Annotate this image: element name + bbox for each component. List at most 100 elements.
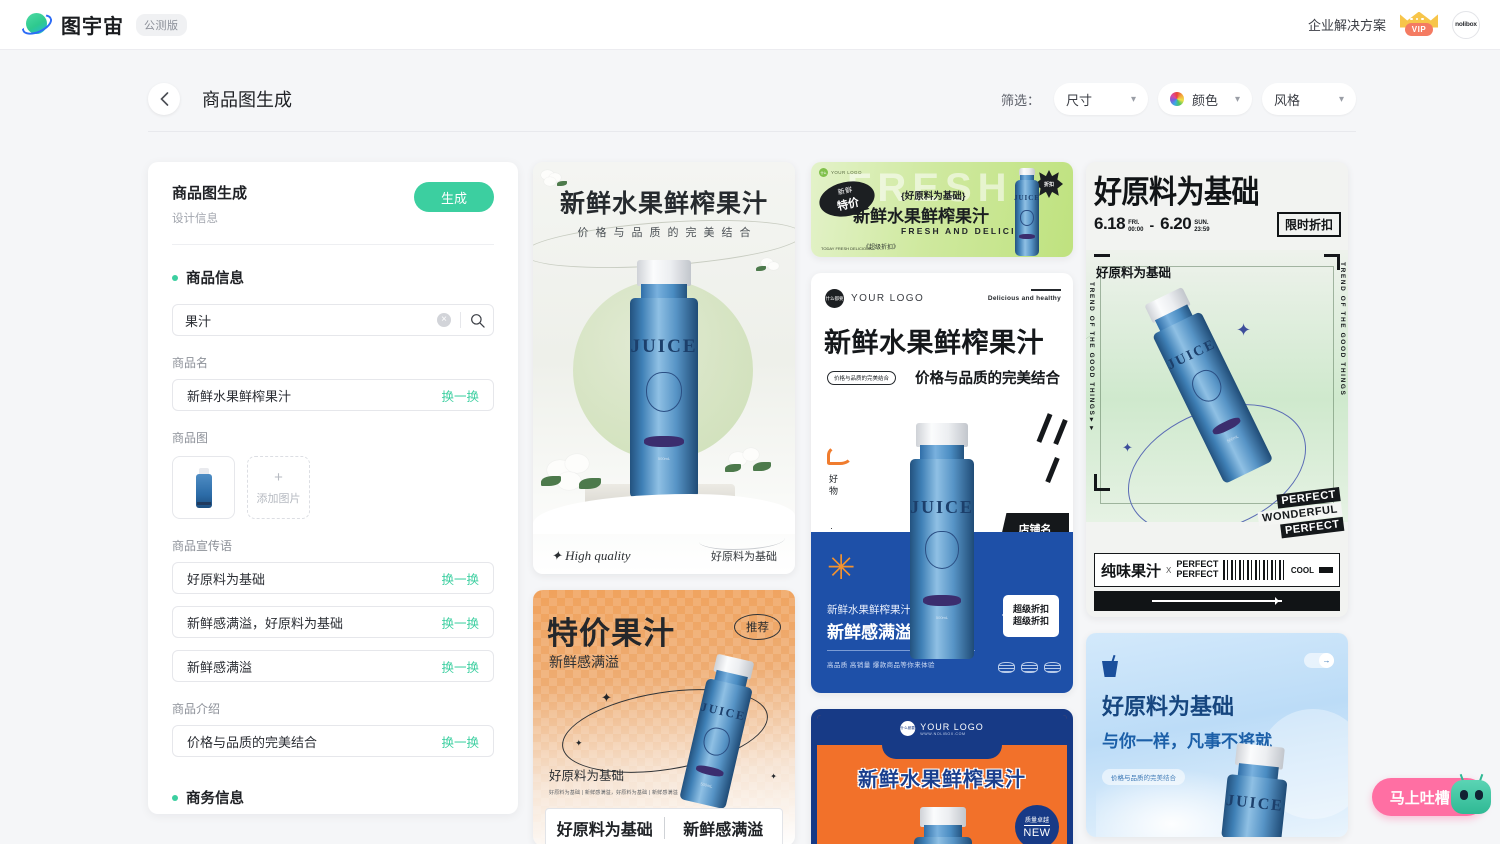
- field-slogan-1[interactable]: 好原料为基础 换一换: [172, 562, 494, 594]
- search-input[interactable]: 果汁 ×: [172, 304, 494, 336]
- card6-title: 新鲜水果鲜榨果汁: [858, 769, 1026, 791]
- card4-grid-stage: ✦ ✦ JUICE 500mL: [1086, 250, 1348, 522]
- label-product-image: 商品图: [172, 431, 209, 445]
- swap-intro-button[interactable]: 换一换: [441, 732, 479, 751]
- card7-title: 好原料为基础: [1102, 694, 1235, 719]
- card1-title: 新鲜水果鲜榨果汁: [559, 191, 768, 218]
- bottle-brand-text: JUICE: [909, 497, 975, 517]
- field-slogan-3-value: 新鲜感满溢: [187, 659, 253, 675]
- generate-button[interactable]: 生成: [414, 182, 494, 212]
- gallery-column-2: FRESH 什么 YOUR LOGO 新鲜 特价 {好原料为基础} 新鲜水果鲜榨…: [811, 162, 1073, 844]
- card3-logo-text: YOUR LOGO: [851, 293, 925, 304]
- product-bottle: JUICE: [1007, 168, 1047, 256]
- decor-icon: [998, 662, 1015, 673]
- avatar[interactable]: nolibox: [1452, 10, 1480, 39]
- card4-date-range: 6.18 FRI. 00:00 - 6.20 SUN. 23:59: [1094, 214, 1210, 234]
- brand-logo[interactable]: 图宇宙 公测版: [22, 10, 187, 40]
- card4-side-right-text: TREND OF THE GOOD THINGS: [1339, 262, 1346, 397]
- swap-slogan-1-button[interactable]: 换一换: [441, 569, 479, 588]
- swap-product-name-button[interactable]: 换一换: [441, 386, 479, 405]
- template-card-7[interactable]: → 好原料为基础 与你一样，凡事不将就 价格与品质的完美结合 JUICE: [1086, 633, 1348, 837]
- decor-bracket: [1094, 474, 1097, 491]
- swap-slogan-2-button[interactable]: 换一换: [441, 613, 479, 632]
- card2-logo-text: YOUR LOGO: [831, 170, 862, 175]
- juice-cup-icon: [1102, 654, 1118, 677]
- card5-slogan: 好原料为基础: [549, 769, 625, 783]
- card4-arrow-bar: [1094, 591, 1340, 611]
- chevron-down-icon: ▾: [1234, 93, 1240, 105]
- card6-logo-url: WWW.NOLIBOX.COM: [920, 731, 966, 736]
- card6-notch: [882, 739, 1002, 759]
- back-button[interactable]: [148, 83, 180, 115]
- card4-date-start-meta: FRI. 00:00: [1128, 220, 1144, 234]
- filter-style-select[interactable]: 风格 ▾: [1262, 83, 1356, 115]
- field-intro[interactable]: 价格与品质的完美结合 换一换: [172, 725, 494, 757]
- field-slogan-2[interactable]: 新鲜感满溢，好原料为基础 换一换: [172, 606, 494, 638]
- card4-side-left-text: TREND OF THE GOOD THINGS▼▼: [1088, 282, 1095, 434]
- card1-footer-cn: 好原料为基础: [711, 551, 777, 563]
- bottle-volume-text: 500mL: [935, 615, 949, 620]
- top-bar: 图宇宙 公测版 企业解决方案 VIP nolibox: [0, 0, 1500, 50]
- template-card-4[interactable]: 好原料为基础 6.18 FRI. 00:00 - 6.20 SUN. 23:59 限…: [1086, 162, 1348, 617]
- bottle-brand-text: JUICE: [630, 336, 698, 357]
- template-card-5[interactable]: 特价果汁 推荐 新鲜感满溢 ✦ ✦ ✦ JUICE 500mL 好原料为基础 好: [533, 590, 795, 844]
- product-image-list: + 添加图片: [172, 456, 494, 519]
- product-image-thumb[interactable]: [172, 456, 235, 519]
- app-root: 图宇宙 公测版 企业解决方案 VIP nolibox 商品图生成 筛选： 尺寸 …: [0, 0, 1500, 844]
- filter-label: 筛选：: [1000, 92, 1040, 108]
- decor-slash: [1053, 419, 1068, 445]
- sparkle-icon: ✦: [601, 690, 612, 705]
- card4-title: 好原料为基础: [1094, 174, 1260, 210]
- card4-barcode-row: 纯味果汁 X PERFECT PERFECT COOL: [1094, 553, 1340, 587]
- card3-side-text: 好物: [829, 474, 839, 497]
- brand-name: 图宇宙: [61, 16, 124, 38]
- filter-color-select[interactable]: 颜色 ▾: [1158, 83, 1252, 115]
- card5-footer-right: 新鲜感满溢: [683, 822, 764, 839]
- field-product-name[interactable]: 新鲜水果鲜榨果汁 换一换: [172, 379, 494, 411]
- card6-logo: 什么都要 YOUR LOGO WWW.NOLIBOX.COM: [900, 721, 984, 736]
- card1-footer: ✦ High quality 好原料为基础: [533, 548, 795, 564]
- section-business-info[interactable]: 商务信息: [172, 787, 494, 808]
- field-slogan-2-value: 新鲜感满溢，好原料为基础: [187, 615, 344, 631]
- section-dot-icon: [172, 794, 178, 801]
- template-card-1[interactable]: 新鲜水果鲜榨果汁 价格与品质的完美结合 JUICE 500mL ✦ High q…: [533, 162, 795, 574]
- card3-bubble-line2: 超级折扣: [1012, 616, 1049, 626]
- field-slogan-3[interactable]: 新鲜感满溢 换一换: [172, 650, 494, 682]
- sparkle-icon: ✦: [575, 738, 583, 748]
- arrow-right-icon: [1152, 596, 1282, 608]
- card4-subtitle: 好原料为基础: [1096, 266, 1172, 280]
- page-header: 商品图生成 筛选： 尺寸 ▾ 颜色 ▾ 风格 ▾: [148, 68, 1356, 130]
- logo-mark-icon: 什么: [819, 168, 828, 177]
- card4-perfect-stack: PERFECT WONDERFUL PERFECT: [1256, 487, 1345, 541]
- vip-label: VIP: [1405, 22, 1433, 36]
- sparkle-icon: ✦: [1122, 440, 1133, 455]
- template-card-6[interactable]: 什么都要 YOUR LOGO WWW.NOLIBOX.COM 新鲜水果鲜榨果汁 …: [811, 709, 1073, 844]
- decor-bracket: [1094, 254, 1110, 257]
- robot-icon[interactable]: [1448, 773, 1494, 818]
- filter-size-select[interactable]: 尺寸 ▾: [1054, 83, 1148, 115]
- template-card-2[interactable]: FRESH 什么 YOUR LOGO 新鲜 特价 {好原料为基础} 新鲜水果鲜榨…: [811, 162, 1073, 257]
- filter-bar: 筛选： 尺寸 ▾ 颜色 ▾ 风格 ▾: [1001, 83, 1356, 115]
- logo-mark-icon: 什么都要: [900, 721, 916, 736]
- swap-slogan-3-button[interactable]: 换一换: [441, 657, 479, 676]
- card5-title: 特价果汁: [547, 616, 675, 651]
- enterprise-solutions-link[interactable]: 企业解决方案: [1308, 15, 1386, 34]
- card5-tiny-text: 好原料为基础 | 新鲜感满溢，好原料为基础 | 新鲜感满溢: [549, 790, 678, 796]
- add-image-button[interactable]: + 添加图片: [247, 456, 310, 519]
- close-circle-icon[interactable]: ×: [437, 313, 451, 327]
- section-product-info-label: 商品信息: [186, 271, 244, 287]
- decor-slash: [1036, 413, 1053, 443]
- card4-barcode-x: X: [1166, 565, 1172, 575]
- gallery-column-3: 好原料为基础 6.18 FRI. 00:00 - 6.20 SUN. 23:59 限…: [1086, 162, 1348, 844]
- decor-bracket: [1324, 254, 1340, 257]
- panel-title: 商品图生成: [172, 185, 248, 202]
- card4-barcode-cn: 纯味果汁: [1101, 562, 1162, 580]
- search-input-value: 果汁: [185, 313, 212, 329]
- card2-discount-text: 《超级折扣》: [863, 245, 900, 251]
- card3-pill-badge: 价格与品质的完美结合: [827, 371, 897, 385]
- vip-badge[interactable]: VIP: [1400, 11, 1438, 38]
- card4-date-start: 6.18: [1094, 214, 1126, 233]
- section-business-info-label: 商务信息: [186, 791, 244, 807]
- search-icon[interactable]: [470, 313, 485, 328]
- template-card-3[interactable]: 什么都要 YOUR LOGO Delicious and healthy 新鲜水…: [811, 273, 1073, 693]
